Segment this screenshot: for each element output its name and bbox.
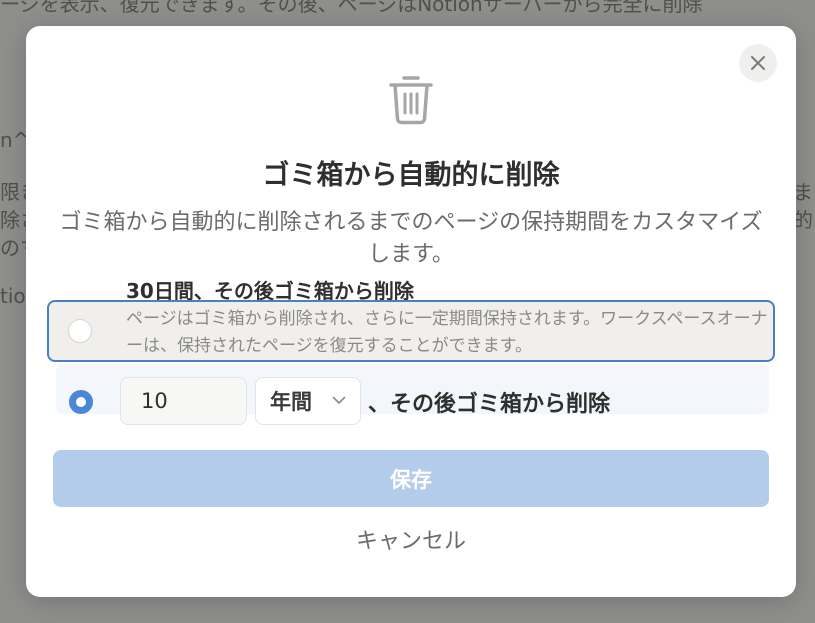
close-button[interactable] [739,44,777,82]
save-button[interactable]: 保存 [53,450,769,507]
dialog-subtitle: ゴミ箱から自動的に削除されるまでのページの保持期間をカスタマイズします。 [59,210,763,267]
retention-unit-select[interactable]: 年間 [255,377,361,425]
retention-number-input[interactable] [120,377,247,425]
option-30-days-radio[interactable] [68,319,92,343]
trash-icon [389,76,433,125]
option-custom-radio[interactable] [69,390,93,414]
close-icon [751,56,765,70]
background-text: ま [793,180,813,204]
background-text: ージを表示、復元できます。その後、ページはNotionサーバーから完全に削除 [0,0,703,16]
background-text: tio [0,284,26,308]
cancel-button[interactable]: キャンセル [311,522,511,562]
dialog-title: ゴミ箱から自動的に削除 [262,160,560,191]
chevron-down-icon [332,396,346,404]
option-30-days-description: ページはゴミ箱から削除され、さらに一定期間保持されます。ワークスペースオーナーは… [126,309,768,356]
option-custom-suffix: 、その後ゴミ箱から削除 [368,392,611,417]
background-text: 的 [793,208,813,232]
auto-delete-dialog: ゴミ箱から自動的に削除 ゴミ箱から自動的に削除されるまでのページの保持期間をカス… [26,26,796,597]
retention-unit-label: 年間 [270,390,312,414]
